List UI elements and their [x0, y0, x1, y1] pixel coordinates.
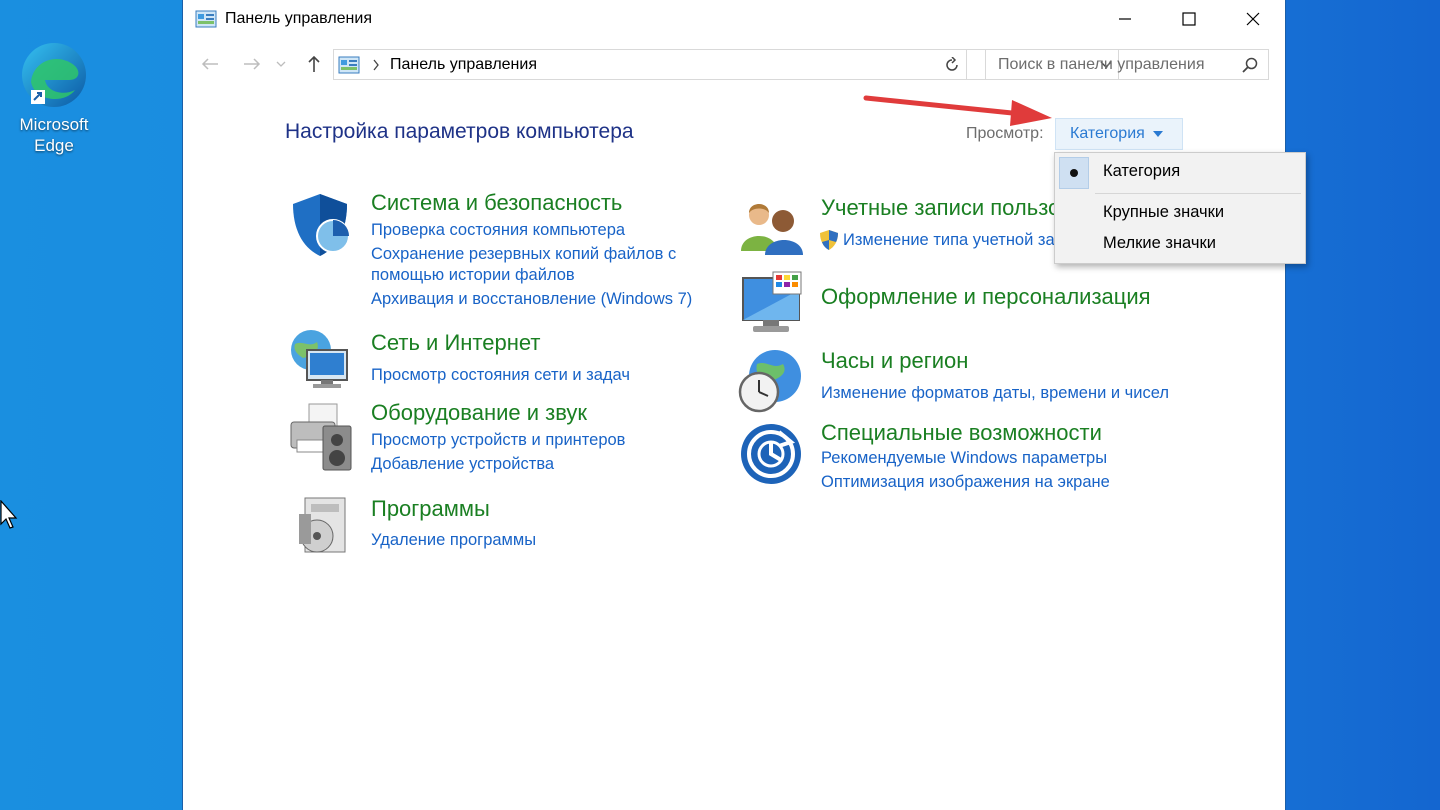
printer-icon — [290, 403, 352, 471]
network-globe-icon — [291, 330, 348, 388]
title-bar[interactable]: Панель управления — [183, 0, 1285, 38]
link-view-devices-printers[interactable]: Просмотр устройств и принтеров — [371, 429, 625, 451]
link-add-device[interactable]: Добавление устройства — [371, 453, 554, 475]
recent-locations-button[interactable] — [273, 52, 289, 76]
link-check-computer-status[interactable]: Проверка состояния компьютера — [371, 219, 625, 241]
search-box[interactable]: Поиск в панели управления — [985, 49, 1269, 80]
link-file-history-backup-line2[interactable]: помощью истории файлов — [371, 264, 575, 286]
category-title-user-accounts[interactable]: Учетные записи пользо — [821, 195, 1060, 221]
back-button[interactable] — [197, 52, 223, 76]
link-optimize-visual-display[interactable]: Оптимизация изображения на экране — [821, 471, 1110, 493]
desktop-icon-label-line1: Microsoft — [19, 115, 89, 134]
view-by-menu: Категория Крупные значки Мелкие значки — [1054, 152, 1306, 264]
close-icon — [1246, 12, 1260, 26]
category-title-clock-region[interactable]: Часы и регион — [821, 348, 968, 374]
breadcrumb-control-panel[interactable]: Панель управления — [390, 56, 537, 74]
category-title-programs[interactable]: Программы — [371, 496, 490, 522]
menu-item-category[interactable]: Категория — [1103, 162, 1180, 181]
minimize-button[interactable] — [1093, 0, 1157, 38]
category-title-ease-of-access[interactable]: Специальные возможности — [821, 420, 1102, 446]
link-change-date-time-formats[interactable]: Изменение форматов даты, времени и чисел — [821, 382, 1169, 404]
close-button[interactable] — [1221, 0, 1285, 38]
minimize-icon — [1119, 18, 1131, 20]
menu-item-small-icons[interactable]: Мелкие значки — [1103, 234, 1216, 253]
menu-item-large-icons[interactable]: Крупные значки — [1103, 203, 1224, 222]
chevron-right-icon — [373, 59, 379, 70]
shield-icon — [293, 194, 350, 256]
view-by-value: Категория — [1070, 125, 1145, 142]
search-icon[interactable] — [1242, 57, 1258, 73]
category-title-system-security[interactable]: Система и безопасность — [371, 190, 622, 216]
link-recommended-windows-settings[interactable]: Рекомендуемые Windows параметры — [821, 447, 1107, 469]
refresh-icon — [945, 56, 958, 71]
radio-bullet-icon — [1070, 169, 1078, 177]
category-title-appearance-personalization[interactable]: Оформление и персонализация — [821, 284, 1151, 310]
ease-of-access-icon — [741, 424, 801, 484]
desktop-icon-edge[interactable]: Microsoft Edge — [8, 40, 100, 156]
menu-divider — [1095, 193, 1301, 194]
edge-icon — [22, 43, 86, 107]
users-icon — [741, 204, 803, 255]
control-panel-icon — [338, 56, 360, 73]
forward-button[interactable] — [239, 52, 265, 76]
mouse-cursor-icon — [0, 500, 18, 529]
programs-icon — [299, 497, 346, 553]
category-title-network-internet[interactable]: Сеть и Интернет — [371, 330, 540, 356]
link-change-account-type[interactable]: Изменение типа учетной за — [843, 229, 1055, 251]
search-placeholder[interactable]: Поиск в панели управления — [998, 56, 1242, 74]
arrow-up-icon — [308, 55, 320, 72]
category-title-hardware-sound[interactable]: Оборудование и звук — [371, 400, 587, 426]
window-title: Панель управления — [225, 10, 372, 27]
maximize-button[interactable] — [1157, 0, 1221, 38]
up-button[interactable] — [301, 52, 327, 76]
refresh-button[interactable] — [937, 49, 967, 80]
control-panel-icon — [195, 10, 217, 28]
link-network-status-tasks[interactable]: Просмотр состояния сети и задач — [371, 364, 630, 386]
view-by-dropdown[interactable]: Категория — [1055, 118, 1183, 150]
link-file-history-backup[interactable]: Сохранение резервных копий файлов с — [371, 243, 676, 265]
desktop-icon-label-line2: Edge — [34, 136, 74, 155]
navigation-bar: Панель управления Поиск в панели управле… — [183, 46, 1285, 82]
dropdown-arrow-icon — [1152, 131, 1163, 137]
arrow-right-icon — [244, 58, 261, 70]
chevron-down-icon — [276, 61, 286, 67]
link-backup-restore-win7[interactable]: Архивация и восстановление (Windows 7) — [371, 288, 692, 310]
page-title: Настройка параметров компьютера — [285, 120, 634, 143]
uac-shield-icon — [820, 230, 838, 250]
arrow-left-icon — [201, 58, 218, 70]
display-personalization-icon — [742, 271, 802, 332]
annotation-arrow-icon — [863, 95, 1052, 126]
clock-globe-icon — [738, 350, 801, 413]
maximize-icon — [1182, 12, 1196, 26]
control-panel-window: Панель управления Панель управления Поис… — [182, 0, 1286, 810]
link-uninstall-program[interactable]: Удаление программы — [371, 529, 536, 551]
